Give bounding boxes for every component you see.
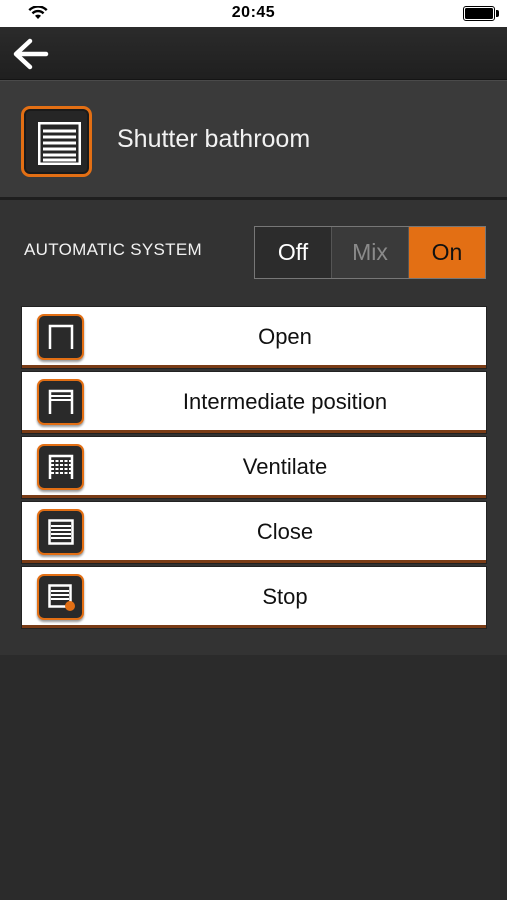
content-panel: AUTOMATIC SYSTEM Off Mix On Open Interme… [0,200,507,655]
action-list: Open Intermediate position Ventilate Clo… [22,307,486,632]
stop-button[interactable]: Stop [22,567,486,628]
shutter-close-icon [37,509,84,555]
open-button[interactable]: Open [22,307,486,368]
seg-off-button[interactable]: Off [255,227,332,278]
close-button[interactable]: Close [22,502,486,563]
battery-icon [463,6,499,21]
action-label: Close [256,519,314,544]
ventilate-button[interactable]: Ventilate [22,437,486,498]
status-time: 20:45 [231,4,276,21]
automatic-system-label: AUTOMATIC SYSTEM [24,240,202,259]
shutter-intermediate-icon [37,379,84,425]
automatic-system-selector: Off Mix On [254,226,486,279]
action-label: Stop [262,584,308,609]
shutter-stop-icon [37,574,84,620]
seg-mix-button[interactable]: Mix [332,227,409,278]
action-label: Open [258,324,312,349]
empty-area [0,655,507,900]
action-label: Intermediate position [182,389,388,414]
seg-on-button[interactable]: On [409,227,485,278]
device-header: Shutter bathroom [0,80,507,200]
intermediate-position-button[interactable]: Intermediate position [22,372,486,433]
arrow-left-icon [13,38,49,70]
device-title: Shutter bathroom [117,125,311,153]
shutter-icon [38,122,81,165]
shutter-open-icon [37,314,84,360]
shutter-ventilate-icon [37,444,84,490]
status-bar: 20:45 [0,0,507,27]
device-icon [21,106,92,177]
nav-bar [0,27,507,80]
action-label: Ventilate [242,454,328,479]
back-button[interactable] [10,35,52,73]
